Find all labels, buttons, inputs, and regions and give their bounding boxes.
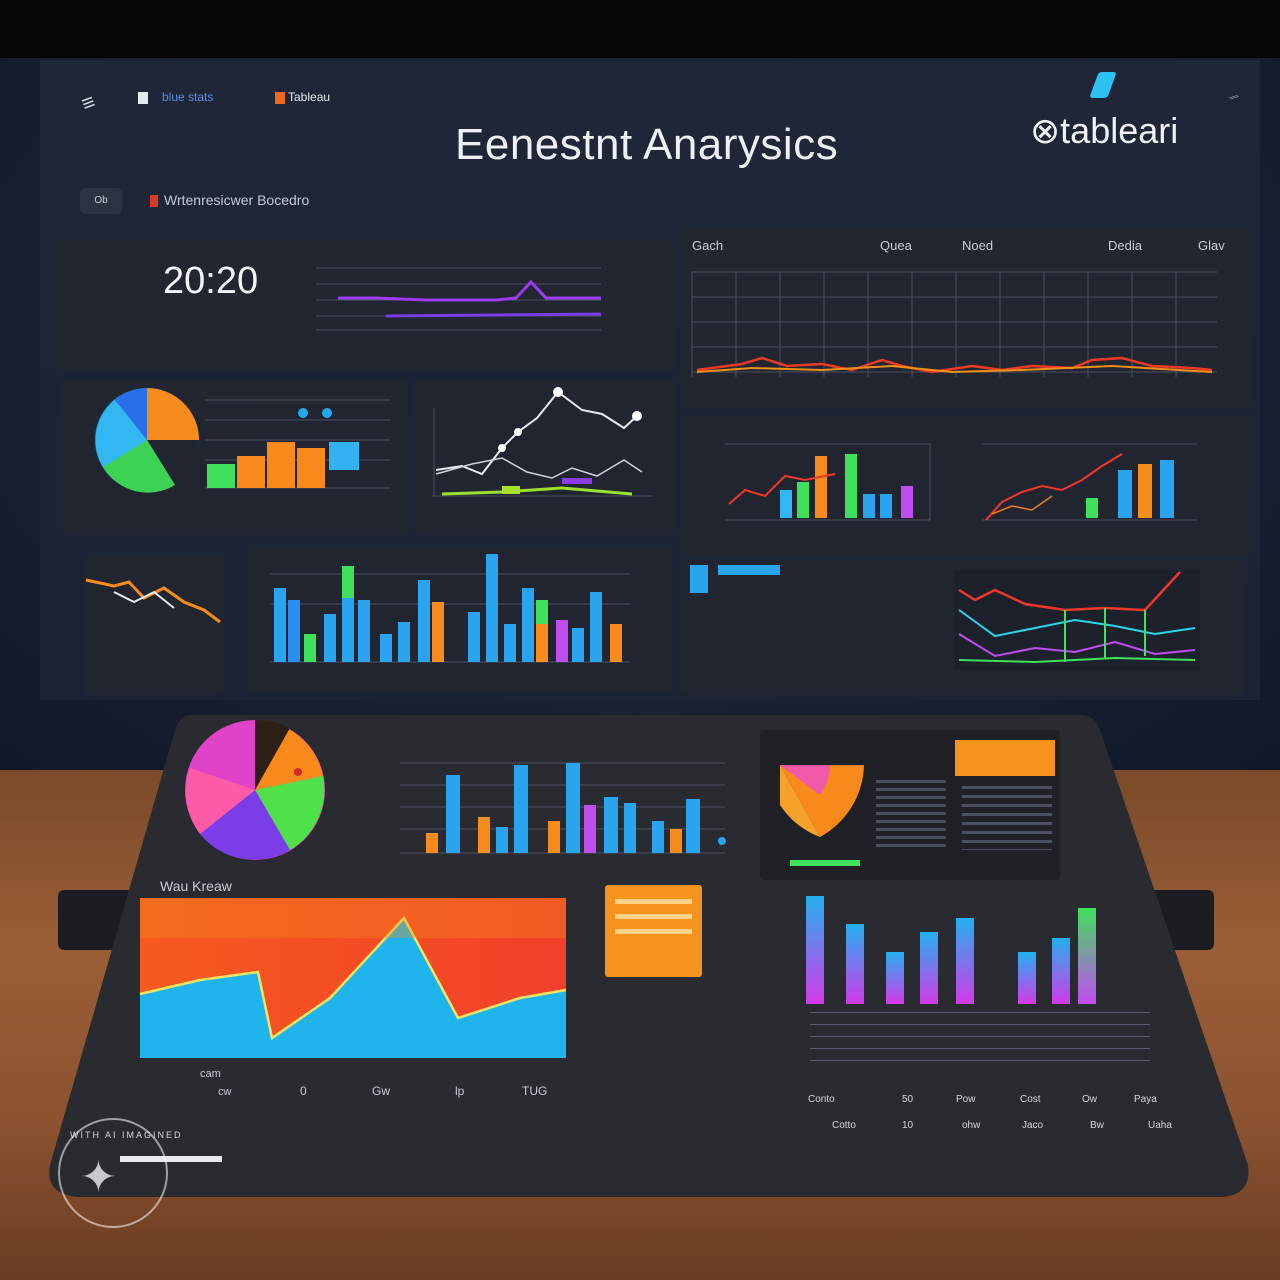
bar-line-chart-a (725, 443, 931, 521)
tablet-area-chart (139, 898, 567, 1058)
table-cell: Cost (1020, 1094, 1041, 1105)
tab-2[interactable]: Quea (880, 238, 912, 253)
area-x-label: cw (218, 1086, 232, 1098)
area-x-label: Gw (372, 1084, 390, 1098)
highlight-card[interactable] (605, 885, 702, 977)
table-cell: ohw (962, 1120, 981, 1131)
tablet-gradient-bars (806, 896, 1096, 1004)
tablet-data-list (962, 786, 1052, 850)
table-cell: 10 (902, 1120, 914, 1131)
mini-bar-chart (205, 399, 390, 489)
filter-icon (150, 195, 158, 208)
area-x-label: lp (455, 1084, 465, 1098)
table-cell: Bw (1090, 1120, 1104, 1131)
table-cell: Cotto (832, 1120, 856, 1131)
table-cell: Jaco (1022, 1120, 1044, 1131)
tab-4[interactable]: Dedia (1108, 238, 1142, 253)
table-cell: Pow (956, 1094, 976, 1105)
watermark-text: WITH AI IMAGINED (70, 1130, 183, 1140)
tablet-progress-bar (790, 860, 860, 866)
top-band (0, 0, 1280, 58)
table-cell: 50 (902, 1094, 914, 1105)
tag-icon (275, 91, 285, 104)
doc-icon (138, 91, 148, 104)
area-x-label: cam (200, 1068, 221, 1080)
trend-line-chart (691, 271, 1217, 377)
scatter-line-chart (432, 387, 652, 497)
area-chart-title: Wau Kreaw (160, 878, 232, 894)
tablet-small-pie (780, 765, 864, 837)
tablet-data-list (876, 780, 946, 850)
kpi-sparkline (316, 267, 602, 331)
table-cell: Paya (1134, 1094, 1157, 1105)
tab-3[interactable]: Noed (962, 238, 993, 253)
pie-chart-small (95, 388, 200, 493)
area-line-chart (955, 570, 1200, 670)
card-line (615, 929, 692, 934)
page-title: Eenestnt Anarysics (455, 120, 839, 169)
tablet-table-lines (810, 1012, 1150, 1062)
toolbar-filter[interactable]: Wrtenresicwer Bocedro (150, 192, 309, 208)
area-x-label: 0 (300, 1084, 307, 1098)
table-cell: Conto (808, 1094, 835, 1105)
sparkle-icon: ✦ (80, 1153, 117, 1202)
bar-line-chart-b (982, 443, 1197, 521)
tablet-bar-chart (400, 762, 726, 854)
card-line (615, 914, 692, 919)
nav-item-1[interactable]: blue stats (138, 90, 213, 104)
mini-trend-chart (85, 578, 221, 624)
table-cell: Ow (1082, 1094, 1097, 1105)
card-line (615, 899, 692, 904)
brand-name[interactable]: ⊗tableari (1030, 110, 1178, 152)
tablet-pie-chart (185, 719, 325, 860)
kpi-time-value: 20:20 (163, 260, 259, 302)
area-x-label: TUG (522, 1084, 548, 1098)
nav-item-2[interactable]: Tableau (275, 90, 330, 104)
tablet-orange-tile[interactable] (955, 740, 1055, 776)
legend-swatches (690, 565, 780, 593)
table-cell: Uaha (1148, 1120, 1172, 1131)
toolbar-chip[interactable]: Ob (80, 188, 122, 214)
tab-5[interactable]: Glav (1198, 238, 1225, 253)
tab-1[interactable]: Gach (692, 238, 723, 253)
multi-bar-chart (270, 554, 630, 663)
